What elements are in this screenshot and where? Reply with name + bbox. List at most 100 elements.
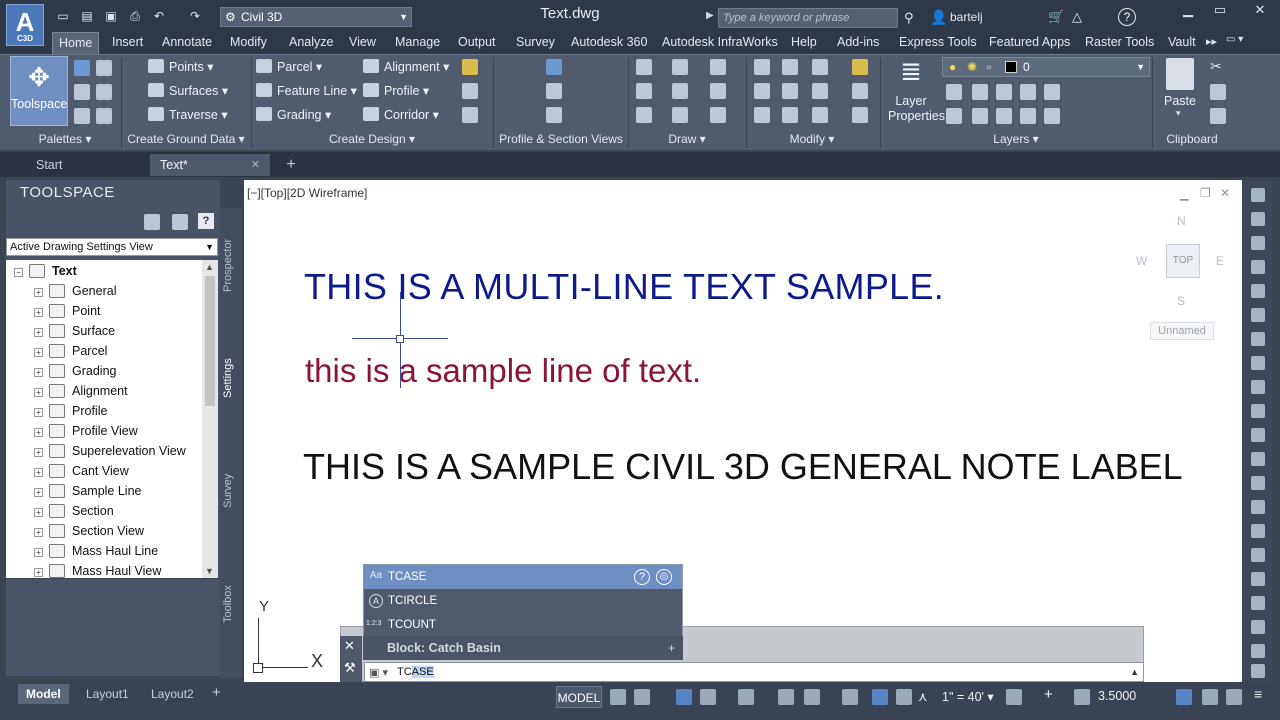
- points-button[interactable]: Points ▾: [148, 57, 214, 77]
- a360-icon[interactable]: △: [1072, 9, 1082, 25]
- model-space-button[interactable]: MODEL: [556, 686, 602, 708]
- tab-home[interactable]: Home: [52, 32, 100, 54]
- tree-node-point[interactable]: + Point: [34, 301, 101, 321]
- toolspace-view-select[interactable]: Active Drawing Settings View ▼: [6, 238, 218, 256]
- trim-icon[interactable]: [812, 59, 828, 75]
- expand-icon[interactable]: +: [34, 568, 43, 577]
- mirror-icon[interactable]: [782, 83, 798, 99]
- tab-help[interactable]: Help: [785, 32, 823, 54]
- match-properties-icon[interactable]: [1210, 108, 1226, 124]
- expand-icon[interactable]: +: [34, 488, 43, 497]
- expand-icon[interactable]: +: [34, 428, 43, 437]
- clean-screen-icon[interactable]: [1226, 689, 1242, 705]
- binoculars-icon[interactable]: ⚲: [904, 10, 914, 26]
- tab-survey[interactable]: Survey: [510, 32, 561, 54]
- explode-icon[interactable]: [852, 83, 868, 99]
- layer-tool-icon[interactable]: [996, 108, 1012, 124]
- panel-title-create-ground-data[interactable]: Create Ground Data ▾: [122, 130, 250, 148]
- command-line-handle[interactable]: ✕ ⚒: [340, 636, 362, 682]
- annotation-scale-icon[interactable]: ⋏: [918, 689, 928, 705]
- tree-node-surface[interactable]: + Surface: [34, 321, 115, 341]
- viewcube-east[interactable]: E: [1216, 254, 1224, 268]
- spline-icon[interactable]: [636, 107, 652, 123]
- offset-icon[interactable]: [852, 107, 868, 123]
- tab-manage[interactable]: Manage: [389, 32, 446, 54]
- scale-icon[interactable]: [782, 107, 798, 123]
- panel-title-profile-section-views[interactable]: Profile & Section Views: [494, 130, 628, 148]
- toolspace-options-icon[interactable]: [144, 214, 160, 230]
- ucs-menu[interactable]: Unnamed: [1150, 322, 1214, 340]
- toolspace-toggle-icon[interactable]: [172, 214, 188, 230]
- print-icon[interactable]: ⎙: [128, 9, 142, 23]
- tree-scrollbar[interactable]: ▲ ▼: [202, 260, 218, 578]
- toolbar-icon[interactable]: [1251, 476, 1265, 490]
- layer-stack-icon[interactable]: ≣: [894, 56, 928, 90]
- tree-node-superelevation-view[interactable]: + Superelevation View: [34, 441, 186, 461]
- layer-tool-icon[interactable]: [996, 84, 1012, 100]
- workspace-dropdown[interactable]: ⚙ Civil 3D ▼: [220, 7, 412, 27]
- layer-tool-icon[interactable]: [1020, 108, 1036, 124]
- tree-node-text[interactable]: − Text: [14, 261, 77, 281]
- viewcube-north[interactable]: N: [1177, 214, 1186, 228]
- clipboard-icon[interactable]: [1166, 58, 1194, 90]
- help-icon[interactable]: ?: [198, 213, 214, 229]
- tree-node-profile[interactable]: + Profile: [34, 401, 107, 421]
- viewcube-top-face[interactable]: TOP: [1166, 244, 1200, 278]
- toolbar-icon[interactable]: [1251, 620, 1265, 634]
- help-icon[interactable]: ?: [634, 569, 650, 585]
- close-icon[interactable]: ✕: [344, 638, 355, 654]
- viewport-restore-icon[interactable]: ❐: [1200, 186, 1211, 200]
- restore-icon[interactable]: ▭: [1204, 0, 1236, 22]
- toolbar-icon[interactable]: [1251, 260, 1265, 274]
- tab-express-tools[interactable]: Express Tools: [893, 32, 983, 54]
- fillet-icon[interactable]: [812, 83, 828, 99]
- layer-tool-icon[interactable]: [946, 84, 962, 100]
- expand-search-icon[interactable]: ▶: [706, 10, 714, 21]
- viewcube-west[interactable]: W: [1136, 254, 1147, 268]
- viewcube-south[interactable]: S: [1177, 294, 1185, 308]
- panel-title-palettes[interactable]: Palettes ▾: [10, 130, 120, 148]
- doc-tab-text[interactable]: Text* ✕: [150, 154, 270, 176]
- tab-view[interactable]: View: [343, 32, 382, 54]
- corridor-button[interactable]: Corridor ▾: [363, 105, 439, 125]
- rectangle-icon[interactable]: [710, 83, 726, 99]
- tab-raster-tools[interactable]: Raster Tools: [1079, 32, 1160, 54]
- move-icon[interactable]: [754, 59, 770, 75]
- alignment-button[interactable]: Alignment ▾: [363, 57, 449, 77]
- new-tab-button[interactable]: +: [280, 155, 302, 175]
- viewport-minimize-icon[interactable]: ▁: [1180, 188, 1188, 201]
- layer-tool-icon[interactable]: [1044, 108, 1060, 124]
- polar-icon[interactable]: [700, 689, 716, 705]
- palette-icon[interactable]: [74, 84, 90, 100]
- tree-node-mass-haul-line[interactable]: + Mass Haul Line: [34, 541, 158, 561]
- scroll-up-icon[interactable]: ▲: [205, 262, 214, 272]
- expand-icon[interactable]: +: [34, 468, 43, 477]
- globe-icon[interactable]: ◎: [656, 569, 672, 585]
- toolbar-icon[interactable]: [1251, 212, 1265, 226]
- expand-icon[interactable]: +: [34, 288, 43, 297]
- search-input[interactable]: Type a keyword or phrase: [718, 8, 898, 28]
- ortho-icon[interactable]: [676, 689, 692, 705]
- new-icon[interactable]: ▭: [56, 9, 70, 23]
- tree-node-general[interactable]: + General: [34, 281, 116, 301]
- expand-icon[interactable]: +: [34, 388, 43, 397]
- annotation-scale[interactable]: 1" = 40' ▾: [942, 689, 994, 704]
- sample-lines-icon[interactable]: [546, 83, 562, 99]
- layer-tool-icon[interactable]: [1020, 84, 1036, 100]
- expand-icon[interactable]: +: [668, 636, 675, 660]
- tab-infraworks[interactable]: Autodesk InfraWorks: [656, 32, 784, 54]
- erase-icon[interactable]: [852, 59, 868, 75]
- toolbar-icon[interactable]: [1251, 452, 1265, 466]
- tab-output[interactable]: Output: [452, 32, 502, 54]
- line-icon[interactable]: [636, 59, 652, 75]
- scrollbar-thumb[interactable]: [205, 276, 215, 406]
- toolbar-icon[interactable]: [1251, 188, 1265, 202]
- palette-icon[interactable]: [96, 60, 112, 76]
- expand-icon[interactable]: +: [34, 328, 43, 337]
- workspace-switch-icon[interactable]: [1006, 689, 1022, 705]
- add-layout-button[interactable]: +: [212, 684, 221, 701]
- paste-button[interactable]: Paste: [1156, 94, 1204, 108]
- toolbar-icon[interactable]: [1251, 500, 1265, 514]
- user-name[interactable]: bartelj: [950, 10, 983, 24]
- palette-icon[interactable]: [74, 108, 90, 124]
